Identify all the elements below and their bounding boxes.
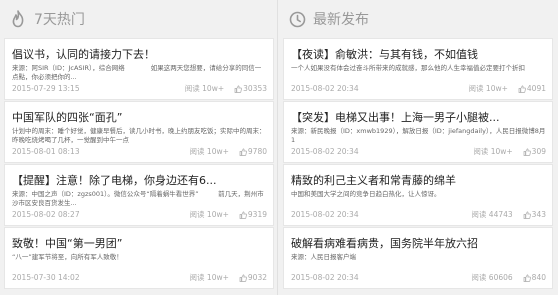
thumb-up-icon <box>523 147 531 156</box>
latest-column-header: 最新发布 <box>283 0 553 38</box>
article-date: 2015-07-29 13:15 <box>12 84 80 93</box>
article-card[interactable]: 【提醒】注意！除了电梯，你身边还有6... 来源：中国之声（ID：zgzs001… <box>4 164 274 226</box>
article-summary: “八一”建军节将至，向所有军人致敬！ <box>12 253 123 261</box>
article-date: 2015-08-01 08:13 <box>12 147 80 156</box>
article-reads: 阅读 10w+ <box>184 84 225 93</box>
thumb-up-icon <box>239 147 247 156</box>
article-meta: 2015-08-02 08:27 阅读 10w+ 9319 <box>12 209 267 220</box>
like-count: 343 <box>531 210 546 219</box>
article-likes: 343 <box>523 210 546 219</box>
article-date: 2015-08-02 20:34 <box>291 210 359 219</box>
article-likes: 9032 <box>239 273 267 282</box>
article-summary: 计划中的周末：睡个好觉，健康早餐后，读几小时书，晚上约朋友吃饭；实际中的周末：昨… <box>12 127 266 144</box>
clock-icon <box>287 9 307 29</box>
article-likes: 4091 <box>518 84 546 93</box>
thumb-up-icon <box>234 84 243 93</box>
article-meta: 2015-07-30 14:02 阅读 10w+ 9032 <box>12 272 267 283</box>
article-card[interactable]: 致敬！中国“第一男团” “八一”建军节将至，向所有军人致敬！ 2015-07-3… <box>4 227 274 289</box>
article-meta: 2015-08-02 20:34 阅读 10w+ 309 <box>291 146 546 157</box>
article-title[interactable]: 破解看病难看病贵，国务院半年放六招 <box>291 235 546 251</box>
article-meta: 2015-08-02 20:34 阅读 44743 343 <box>291 209 546 220</box>
article-card[interactable]: 【突发】电梯又出事！上海一男子小腿被... 来源：新民晚报（ID：xmwb192… <box>283 101 553 163</box>
article-likes: 30353 <box>234 84 267 93</box>
article-summary: 来源：阿SIR（ID：JcASIR），综合网络 如果这两天您想要，请给分享的同信… <box>12 64 262 81</box>
article-title[interactable]: 致敬！中国“第一男团” <box>12 235 267 251</box>
article-likes: 9780 <box>239 147 267 156</box>
like-count: 9319 <box>247 210 267 219</box>
like-count: 9780 <box>247 147 267 156</box>
like-count: 309 <box>531 147 546 156</box>
latest-column-title: 最新发布 <box>313 12 369 28</box>
article-likes: 9319 <box>239 210 267 219</box>
article-card[interactable]: 倡议书，认同的请接力下去！ 来源：阿SIR（ID：JcASIR），综合网络 如果… <box>4 38 274 100</box>
article-reads: 阅读 60606 <box>471 273 513 282</box>
article-summary: 一个人如果没有体会过奋斗所带来的成就感，那么他的人生幸福值必定要打个折扣 <box>291 64 525 72</box>
like-count: 30353 <box>243 84 267 93</box>
column-divider <box>277 0 278 295</box>
article-reads: 阅读 10w+ <box>189 210 229 219</box>
article-title[interactable]: 中国军队的四张“面孔” <box>12 109 267 125</box>
article-meta: 2015-08-02 20:34 阅读 10w+ 4091 <box>291 83 546 94</box>
flame-icon <box>8 9 28 29</box>
like-count: 840 <box>531 273 546 282</box>
article-summary: 来源：人民日报客户端 <box>291 253 356 261</box>
article-reads: 阅读 10w+ <box>468 84 508 93</box>
article-date: 2015-08-02 20:34 <box>291 84 359 93</box>
article-card[interactable]: 中国军队的四张“面孔” 计划中的周末：睡个好觉，健康早餐后，读几小时书，晚上约朋… <box>4 101 274 163</box>
thumb-up-icon <box>518 84 526 93</box>
article-meta: 2015-07-29 13:15 阅读 10w+ 30353 <box>12 83 267 94</box>
article-summary: 来源：新民晚报（ID：xmwb1929），解放日报（ID：jiefangdail… <box>291 127 546 144</box>
article-date: 2015-08-02 20:34 <box>291 147 359 156</box>
article-summary: 来源：中国之声（ID：zgzs001）。微信公众号“隔着蜗牛看世界” 前几天，荆… <box>12 190 264 207</box>
article-meta: 2015-08-02 20:34 阅读 60606 840 <box>291 272 546 283</box>
article-reads: 阅读 44743 <box>471 210 513 219</box>
article-title[interactable]: 精致的利己主义者和常青藤的绵羊 <box>291 172 546 188</box>
thumb-up-icon <box>523 210 531 219</box>
article-date: 2015-08-02 08:27 <box>12 210 80 219</box>
hot-column-header: 7天热门 <box>4 0 274 38</box>
article-likes: 309 <box>523 147 546 156</box>
article-title[interactable]: 【夜读】俞敏洪：与其有钱，不如值钱 <box>291 46 546 62</box>
hot-and-latest-panel: 7天热门 倡议书，认同的请接力下去！ 来源：阿SIR（ID：JcASIR），综合… <box>0 0 558 295</box>
like-count: 9032 <box>247 273 267 282</box>
thumb-up-icon <box>523 273 531 282</box>
like-count: 4091 <box>526 84 546 93</box>
article-reads: 阅读 10w+ <box>189 147 229 156</box>
article-summary: 中国和美国大学之间的竞争日趋白热化，让人惊讶。 <box>291 190 441 198</box>
article-title[interactable]: 【突发】电梯又出事！上海一男子小腿被... <box>291 109 546 125</box>
article-date: 2015-08-02 20:34 <box>291 273 359 282</box>
thumb-up-icon <box>239 210 247 219</box>
thumb-up-icon <box>239 273 247 282</box>
article-reads: 阅读 10w+ <box>189 273 229 282</box>
article-date: 2015-07-30 14:02 <box>12 273 80 282</box>
article-card[interactable]: 破解看病难看病贵，国务院半年放六招 来源：人民日报客户端 2015-08-02 … <box>283 227 553 289</box>
article-card[interactable]: 精致的利己主义者和常青藤的绵羊 中国和美国大学之间的竞争日趋白热化，让人惊讶。 … <box>283 164 553 226</box>
article-likes: 840 <box>523 273 546 282</box>
article-meta: 2015-08-01 08:13 阅读 10w+ 9780 <box>12 146 267 157</box>
latest-column: 最新发布 【夜读】俞敏洪：与其有钱，不如值钱 一个人如果没有体会过奋斗所带来的成… <box>283 0 553 295</box>
hot-column-title: 7天热门 <box>34 12 85 28</box>
article-title[interactable]: 倡议书，认同的请接力下去！ <box>12 46 267 62</box>
hot-7-days-column: 7天热门 倡议书，认同的请接力下去！ 来源：阿SIR（ID：JcASIR），综合… <box>4 0 274 295</box>
article-reads: 阅读 10w+ <box>473 147 513 156</box>
article-title[interactable]: 【提醒】注意！除了电梯，你身边还有6... <box>12 172 267 188</box>
article-card[interactable]: 【夜读】俞敏洪：与其有钱，不如值钱 一个人如果没有体会过奋斗所带来的成就感，那么… <box>283 38 553 100</box>
